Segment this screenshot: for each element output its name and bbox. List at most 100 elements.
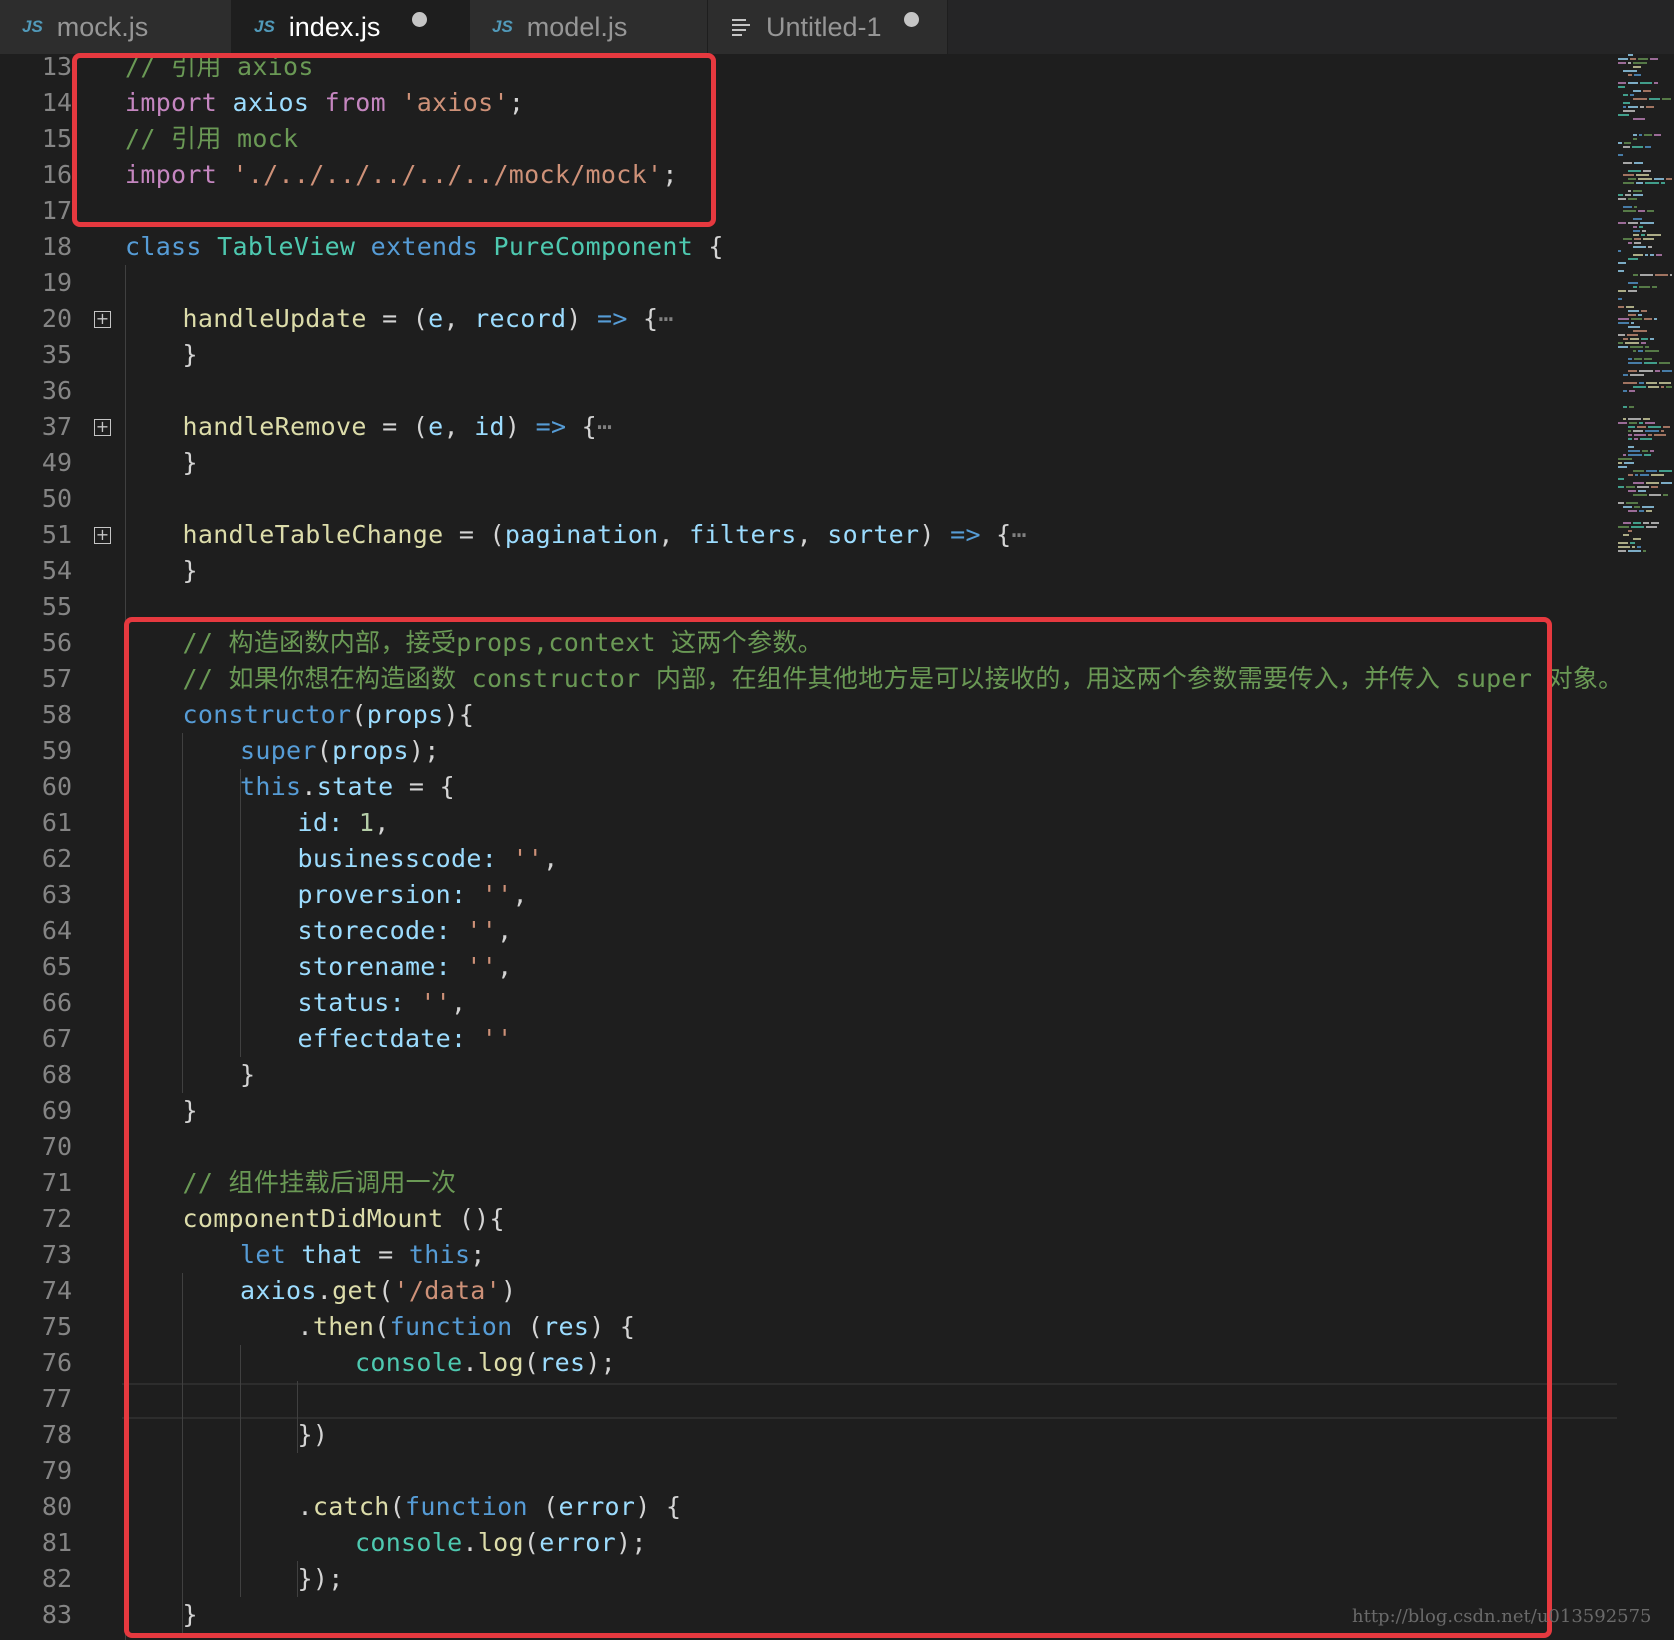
tab-index-js[interactable]: JS index.js	[232, 0, 470, 54]
code-token: =>	[950, 520, 981, 549]
code-text: class TableView extends PureComponent {	[125, 229, 724, 265]
line-number: 64	[41, 916, 72, 945]
minimap-code-mark	[1629, 422, 1637, 424]
fold-expand-icon[interactable]: +	[94, 527, 111, 544]
minimap-code-mark	[1633, 138, 1637, 140]
line-number: 76	[41, 1348, 72, 1377]
fold-expand-icon[interactable]: +	[94, 311, 111, 328]
minimap-code-mark	[1623, 174, 1634, 176]
minimap-code-mark	[1628, 258, 1638, 260]
fold-expand-icon[interactable]: +	[94, 419, 111, 436]
line-number: 14	[41, 88, 72, 117]
code-token: pagination	[504, 520, 659, 549]
minimap-code-mark	[1628, 314, 1636, 316]
code-text: }	[183, 445, 198, 481]
line-number: 57	[41, 664, 72, 693]
minimap-code-mark	[1628, 282, 1638, 284]
line-number: 18	[41, 232, 72, 261]
code-line[interactable]: 18 class TableView extends PureComponent …	[0, 229, 1615, 265]
minimap[interactable]	[1616, 54, 1674, 574]
minimap-code-mark	[1628, 418, 1641, 420]
minimap-code-mark	[1637, 546, 1641, 548]
line-number: 17	[41, 196, 72, 225]
minimap-code-mark	[1624, 142, 1631, 144]
code-line[interactable]: 49}	[0, 445, 1615, 481]
minimap-code-mark	[1623, 382, 1637, 384]
minimap-code-mark	[1623, 210, 1636, 212]
minimap-code-mark	[1639, 382, 1644, 384]
code-line[interactable]: 19	[0, 265, 1615, 301]
minimap-code-mark	[1633, 246, 1646, 248]
line-number: 49	[41, 448, 72, 477]
unsaved-dot-icon[interactable]	[904, 12, 919, 27]
minimap-code-mark	[1645, 350, 1659, 352]
minimap-code-mark	[1618, 486, 1624, 488]
minimap-code-mark	[1644, 358, 1652, 360]
code-line[interactable]: 51 + handleTableChange = (pagination, filt…	[0, 517, 1615, 553]
minimap-code-mark	[1645, 254, 1648, 256]
line-number: 36	[41, 376, 72, 405]
code-token: e	[428, 304, 444, 333]
code-token: ,	[443, 412, 475, 441]
code-line[interactable]: 37 + handleRemove = (e, id) => {⋯	[0, 409, 1615, 445]
minimap-code-mark	[1641, 338, 1648, 340]
minimap-code-mark	[1623, 162, 1632, 164]
minimap-code-mark	[1628, 370, 1637, 372]
minimap-code-mark	[1659, 362, 1670, 364]
minimap-code-mark	[1628, 242, 1632, 244]
minimap-code-mark	[1618, 318, 1629, 320]
tab-untitled-1[interactable]: Untitled-1	[708, 0, 948, 54]
minimap-code-mark	[1643, 418, 1650, 420]
code-token: )	[566, 304, 597, 333]
minimap-code-mark	[1650, 58, 1658, 60]
minimap-code-mark	[1623, 390, 1627, 392]
minimap-code-mark	[1633, 350, 1636, 352]
minimap-code-mark	[1633, 66, 1641, 68]
minimap-code-mark	[1648, 246, 1652, 248]
code-line[interactable]: 36	[0, 373, 1615, 409]
code-line[interactable]: 35}	[0, 337, 1615, 373]
code-token: {	[566, 412, 597, 441]
text-file-icon	[732, 19, 750, 36]
code-line[interactable]: 20 + handleUpdate = (e, record) => {⋯	[0, 301, 1615, 337]
minimap-code-mark	[1648, 434, 1652, 436]
code-text: handleTableChange = (pagination, filters…	[183, 517, 1027, 553]
tab-label: index.js	[288, 11, 381, 42]
tab-label: Untitled-1	[766, 11, 882, 42]
tab-mock-js[interactable]: JS mock.js	[0, 0, 232, 54]
line-number: 13	[41, 52, 72, 81]
minimap-code-mark	[1634, 506, 1640, 508]
minimap-code-mark	[1623, 102, 1630, 104]
minimap-code-mark	[1628, 62, 1631, 64]
unsaved-dot-icon[interactable]	[412, 12, 427, 27]
line-number: 75	[41, 1312, 72, 1341]
minimap-code-mark	[1628, 430, 1631, 432]
minimap-code-mark	[1633, 230, 1640, 232]
minimap-code-mark	[1639, 134, 1642, 136]
minimap-code-mark	[1618, 82, 1626, 84]
code-line[interactable]: 54}	[0, 553, 1615, 589]
code-line[interactable]: 50	[0, 481, 1615, 517]
minimap-code-mark	[1649, 494, 1661, 496]
minimap-code-mark	[1618, 542, 1628, 544]
minimap-code-mark	[1628, 510, 1637, 512]
minimap-code-mark	[1631, 526, 1644, 528]
minimap-code-mark	[1633, 522, 1641, 524]
minimap-code-mark	[1659, 382, 1671, 384]
minimap-code-mark	[1618, 250, 1621, 252]
code-token: PureComponent	[493, 232, 694, 261]
minimap-code-mark	[1654, 82, 1658, 84]
minimap-code-mark	[1630, 94, 1634, 96]
minimap-code-mark	[1618, 62, 1626, 64]
minimap-code-mark	[1623, 146, 1630, 148]
minimap-code-mark	[1628, 450, 1640, 452]
code-token: = (	[366, 304, 429, 333]
minimap-code-mark	[1634, 434, 1646, 436]
tab-model-js[interactable]: JS model.js	[470, 0, 708, 54]
minimap-code-mark	[1630, 346, 1643, 348]
minimap-code-mark	[1633, 430, 1643, 432]
minimap-code-mark	[1648, 426, 1661, 428]
minimap-code-mark	[1628, 550, 1641, 552]
minimap-code-mark	[1635, 474, 1638, 476]
